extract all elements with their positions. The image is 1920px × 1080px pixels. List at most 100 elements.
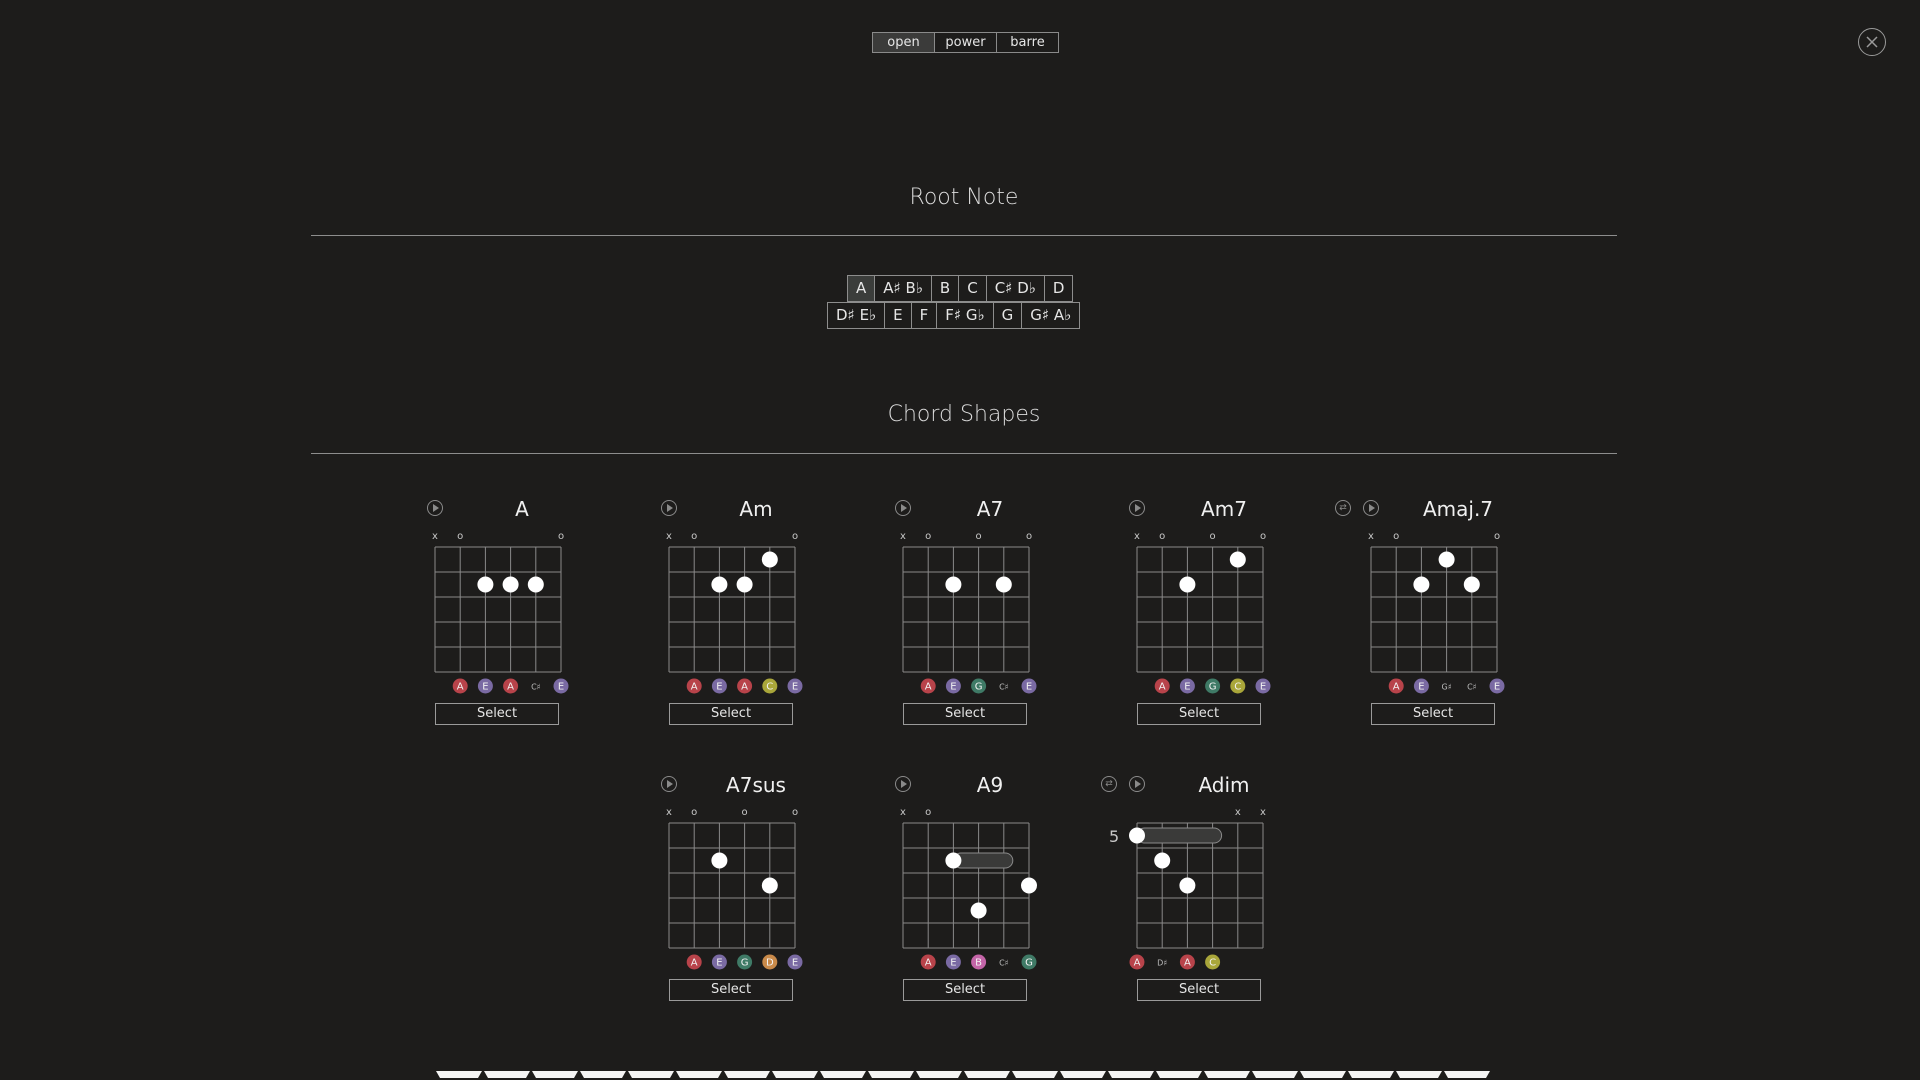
finger-dot	[502, 576, 519, 593]
svg-text:B: B	[975, 958, 982, 969]
piano-white-key[interactable]	[916, 1071, 962, 1078]
piano-white-key[interactable]	[820, 1071, 866, 1078]
finger-dot	[1179, 576, 1196, 593]
piano-keyboard[interactable]	[435, 1069, 1491, 1080]
piano-white-key[interactable]	[1204, 1071, 1250, 1078]
mode-barre[interactable]: barre	[997, 33, 1058, 52]
note-badge: C♯	[1467, 683, 1477, 692]
piano-white-key[interactable]	[1300, 1071, 1346, 1078]
select-chord-button[interactable]: Select	[1137, 979, 1261, 1001]
root-note-button[interactable]: F	[911, 303, 938, 329]
root-note-button[interactable]: D♯ E♭	[828, 303, 886, 329]
note-badge: E	[1413, 678, 1429, 694]
open-string-marker: o	[1393, 531, 1399, 542]
note-badge: E	[1021, 678, 1037, 694]
root-note-row-1: A A♯ B♭ B C C♯ D♭ D	[847, 275, 1074, 302]
root-note-button[interactable]: F♯ G♭	[937, 303, 994, 329]
fretboard-diagram: x o o o A E G C E	[1134, 531, 1271, 694]
svg-text:E: E	[1184, 682, 1190, 693]
root-note-button[interactable]: G	[993, 303, 1023, 329]
select-chord-button[interactable]: Select	[435, 703, 559, 725]
piano-white-key[interactable]	[1396, 1071, 1442, 1078]
note-badge: C♯	[531, 683, 541, 692]
finger-dot	[1179, 877, 1196, 894]
select-chord-button[interactable]: Select	[903, 979, 1027, 1001]
piano-white-key[interactable]	[436, 1071, 482, 1078]
note-badge: A	[1154, 678, 1170, 694]
piano-white-key[interactable]	[724, 1071, 770, 1078]
note-badge: C	[1230, 678, 1246, 694]
select-chord-button[interactable]: Select	[1137, 703, 1261, 725]
svg-text:E: E	[1418, 682, 1424, 693]
finger-dot	[736, 576, 753, 593]
svg-text:E: E	[1260, 682, 1266, 693]
fretboard-diagram: x o o A E G♯ C♯ E	[1368, 531, 1505, 694]
root-note-button[interactable]: E	[885, 303, 912, 329]
fretboard-diagram: x o o o A E G C♯ E	[900, 531, 1037, 694]
svg-text:G: G	[1025, 958, 1033, 969]
close-button[interactable]	[1858, 28, 1886, 56]
note-badge: A	[737, 678, 753, 694]
chord-card: A7 x o o o A E G C♯ E Select	[895, 497, 1085, 737]
mode-open[interactable]: open	[873, 33, 935, 52]
piano-white-key[interactable]	[772, 1071, 818, 1078]
finger-dot	[527, 576, 544, 593]
svg-text:C♯: C♯	[999, 959, 1009, 968]
chord-shapes-title: Chord Shapes	[887, 402, 1041, 427]
note-badge: E	[1489, 678, 1505, 694]
note-badge: A	[503, 678, 519, 694]
swap-voicing-button[interactable]: ⇄	[1101, 776, 1117, 792]
finger-dot	[1463, 576, 1480, 593]
root-note-button[interactable]: G♯ A♭	[1022, 303, 1081, 329]
select-chord-button[interactable]: Select	[1371, 703, 1495, 725]
note-badge: D	[762, 954, 778, 970]
finger-dot	[945, 576, 962, 593]
piano-white-key[interactable]	[1252, 1071, 1298, 1078]
muted-string-marker: x	[666, 807, 672, 818]
svg-text:A: A	[507, 682, 514, 693]
piano-white-key[interactable]	[1108, 1071, 1154, 1078]
note-badge: A	[920, 678, 936, 694]
open-string-marker: o	[691, 807, 697, 818]
svg-text:D: D	[766, 958, 774, 969]
note-badge: G	[1205, 678, 1221, 694]
open-string-marker: o	[792, 531, 798, 542]
piano-white-key[interactable]	[532, 1071, 578, 1078]
root-note-button[interactable]: A	[848, 276, 876, 302]
svg-text:G: G	[975, 682, 983, 693]
note-badge: C	[1205, 954, 1221, 970]
svg-text:E: E	[482, 682, 488, 693]
select-chord-button[interactable]: Select	[669, 979, 793, 1001]
note-badge: E	[787, 678, 803, 694]
select-chord-button[interactable]: Select	[669, 703, 793, 725]
piano-white-key[interactable]	[868, 1071, 914, 1078]
piano-white-key[interactable]	[1012, 1071, 1058, 1078]
piano-white-key[interactable]	[580, 1071, 626, 1078]
piano-white-key[interactable]	[1156, 1071, 1202, 1078]
chord-shapes-divider	[311, 453, 1617, 454]
piano-white-key[interactable]	[964, 1071, 1010, 1078]
svg-text:E: E	[1026, 682, 1032, 693]
piano-white-key[interactable]	[1444, 1071, 1490, 1078]
swap-voicing-button[interactable]: ⇄	[1335, 500, 1351, 516]
root-note-button[interactable]: C	[959, 276, 987, 302]
note-badge: E	[945, 954, 961, 970]
root-note-button[interactable]: A♯ B♭	[875, 276, 932, 302]
chord-card: Am7 x o o o A E G C E Select	[1129, 497, 1319, 737]
piano-white-key[interactable]	[1348, 1071, 1394, 1078]
chord-card: Am x o o A E A C E Select	[661, 497, 851, 737]
piano-white-key[interactable]	[1060, 1071, 1106, 1078]
root-note-button[interactable]: B	[931, 276, 960, 302]
root-note-button[interactable]: D	[1044, 276, 1074, 302]
piano-white-key[interactable]	[484, 1071, 530, 1078]
svg-text:C♯: C♯	[531, 683, 541, 692]
piano-white-key[interactable]	[628, 1071, 674, 1078]
note-badge: E	[477, 678, 493, 694]
piano-white-key[interactable]	[676, 1071, 722, 1078]
muted-string-marker: x	[666, 531, 672, 542]
svg-text:C: C	[1234, 682, 1241, 693]
select-chord-button[interactable]: Select	[903, 703, 1027, 725]
root-note-button[interactable]: C♯ D♭	[986, 276, 1045, 302]
svg-text:A: A	[1134, 958, 1141, 969]
mode-power[interactable]: power	[935, 33, 997, 52]
